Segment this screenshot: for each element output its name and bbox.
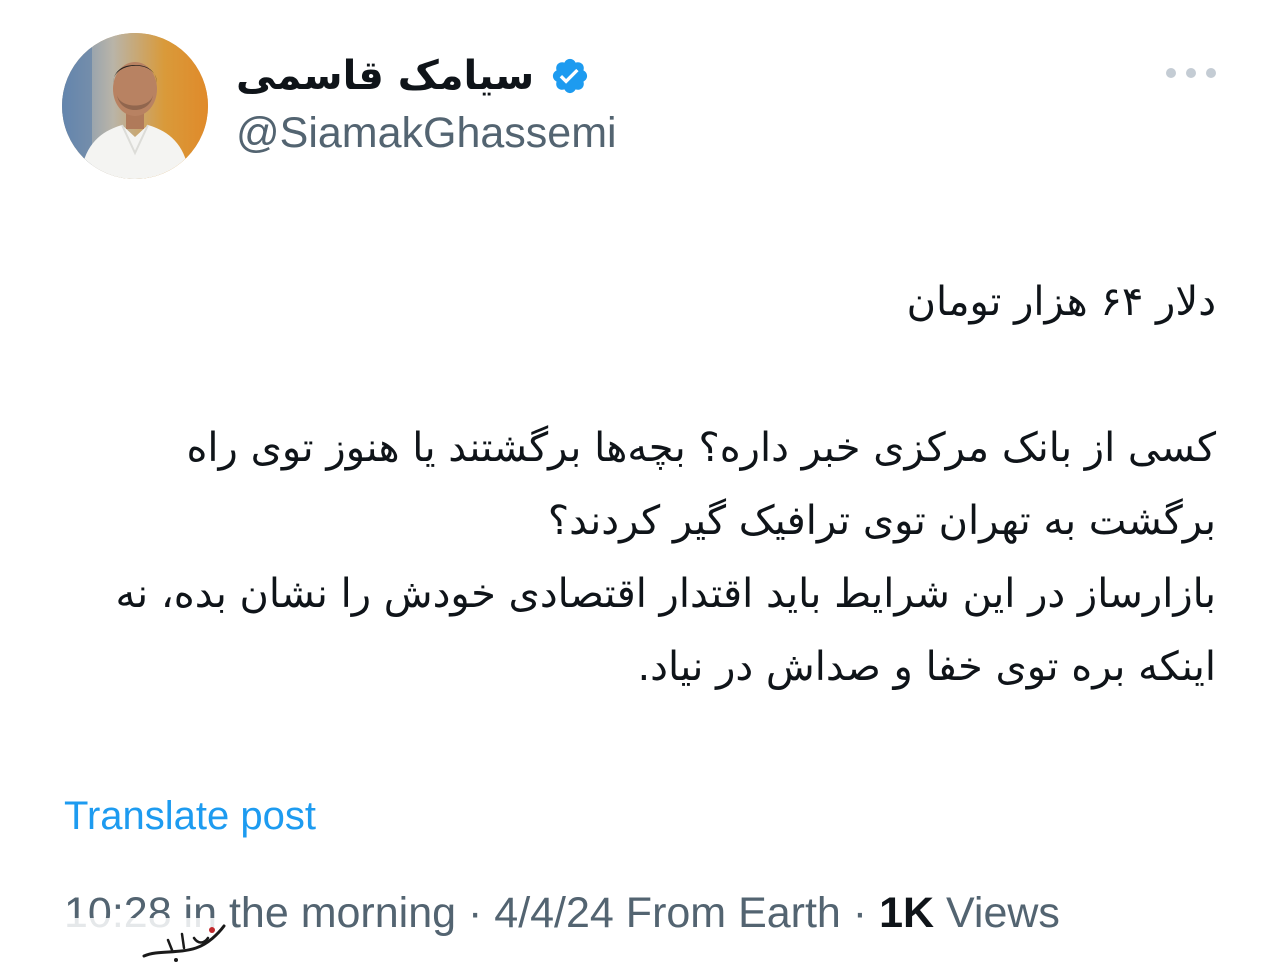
profile-photo [62, 33, 208, 179]
translate-post-link[interactable]: Translate post [64, 794, 316, 838]
more-dots-icon[interactable] [1166, 58, 1216, 88]
views-count: 1K [879, 889, 935, 937]
tweet-text: دلار ۶۴ هزار تومان کسی از بانک مرکزی خبر… [66, 266, 1216, 704]
tweet-paragraph-statement: بازارساز در این شرایط باید اقتدار اقتصاد… [115, 571, 1216, 690]
dot-icon [1206, 68, 1216, 78]
dot-icon [1166, 68, 1176, 78]
author-handle[interactable]: @SiamakGhassemi [236, 109, 617, 157]
tweet-date[interactable]: 4/4/24 [494, 889, 614, 937]
dot-icon [1186, 68, 1196, 78]
watermark-logo [138, 920, 232, 966]
tweet-paragraph-question: کسی از بانک مرکزی خبر داره؟ بچه‌ها برگشت… [186, 425, 1216, 544]
verified-badge-icon[interactable] [550, 56, 590, 96]
views-label: Views [946, 889, 1060, 937]
tweet-line-headline: دلار ۶۴ هزار تومان [906, 279, 1216, 325]
author-display-name[interactable]: سیامک قاسمی [236, 56, 534, 96]
avatar[interactable] [62, 33, 208, 179]
author-name-row: سیامک قاسمی [236, 46, 590, 106]
meta-separator: · [852, 889, 868, 937]
meta-separator: · [468, 889, 483, 937]
tweet-source: From Earth [625, 889, 841, 937]
